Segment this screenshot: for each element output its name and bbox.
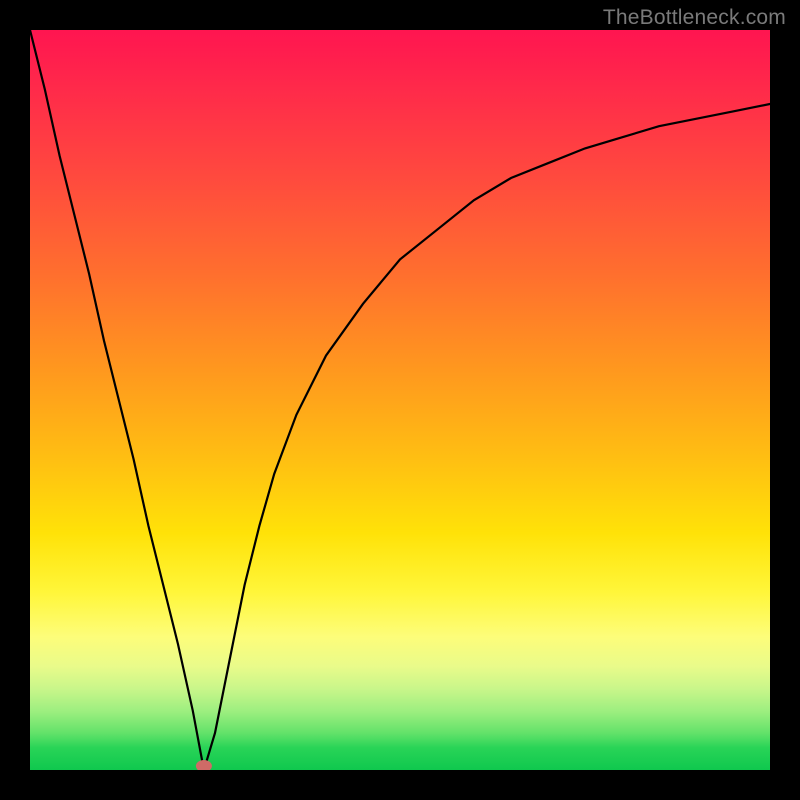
bottleneck-curve [30,30,770,770]
min-marker [196,760,212,770]
curve-svg [30,30,770,770]
watermark-text: TheBottleneck.com [603,6,786,30]
plot-area [30,30,770,770]
chart-frame: TheBottleneck.com [0,0,800,800]
